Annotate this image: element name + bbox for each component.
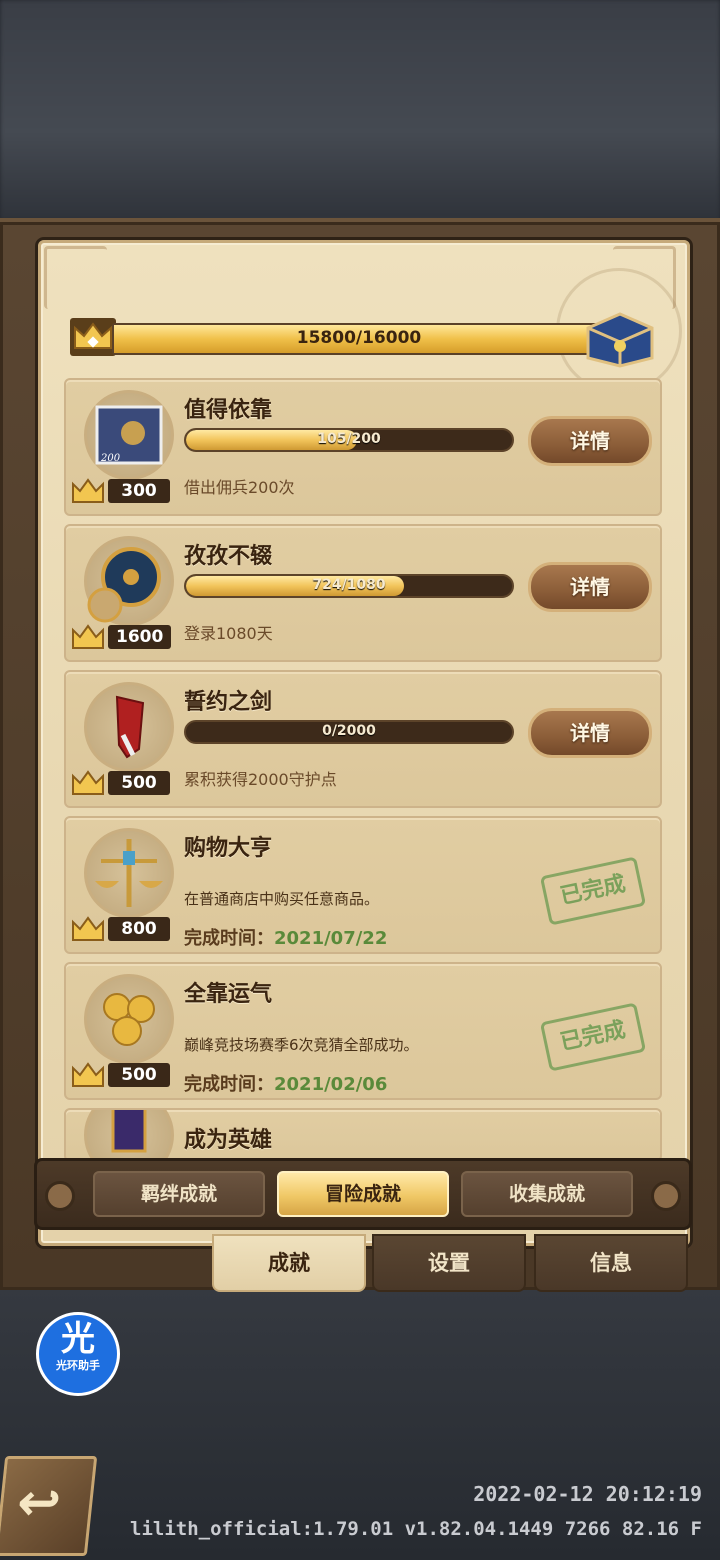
- completion-time-label: 完成时间：: [184, 928, 274, 949]
- pocket-watch-icon: [84, 536, 174, 626]
- version-info: lilith_official:1.79.01 v1.82.04.1449 72…: [130, 1518, 702, 1540]
- achievement-title: 购物大亨: [184, 836, 273, 861]
- completion-time: 完成时间：2021/07/22: [184, 924, 387, 950]
- achievement-card: 孜孜不辍 724/1080 详情 登录1080天 1600: [64, 524, 662, 662]
- assistant-label: 光环助手: [56, 1359, 100, 1372]
- achievement-progress-text: 724/1080: [312, 577, 386, 593]
- crown-icon: [72, 478, 104, 503]
- tab-settings[interactable]: 设置: [372, 1234, 526, 1292]
- details-button[interactable]: 详情: [528, 562, 652, 612]
- completion-time: 完成时间：2021/02/06: [184, 1070, 387, 1096]
- crown-icon: [70, 318, 116, 356]
- achievement-description: 累积获得2000守护点: [184, 770, 337, 789]
- achievement-description: 借出佣兵200次: [184, 478, 295, 497]
- achievement-title: 值得依靠: [184, 398, 273, 423]
- corner-ornament-left: [44, 246, 107, 309]
- achievement-progress-text: 0/2000: [322, 723, 376, 739]
- sword-icon: [84, 682, 174, 772]
- reward-value: 800: [108, 917, 170, 941]
- achievement-title: 成为英雄: [184, 1128, 273, 1153]
- details-button[interactable]: 详情: [528, 416, 652, 466]
- total-progress-bar: 15800/16000: [112, 323, 606, 355]
- crown-icon: [72, 770, 104, 795]
- achievement-progress-text: 105/200: [317, 431, 381, 447]
- achievement-card: 成为英雄: [64, 1108, 662, 1162]
- achievement-title: 全靠运气: [184, 982, 273, 1007]
- achievement-card: 200 值得依靠 105/200 详情 借出佣兵200次 300: [64, 378, 662, 516]
- assistant-float-button[interactable]: 光 光环助手: [36, 1312, 120, 1396]
- achievement-progress-bar: 105/200: [184, 428, 514, 452]
- background-top: [0, 0, 720, 220]
- achievement-description: 巅峰竞技场赛季6次竞猜全部成功。: [184, 1036, 419, 1054]
- treasure-chest-icon[interactable]: [582, 306, 658, 368]
- reward-value: 1600: [108, 625, 172, 649]
- achievement-card-completed: 全靠运气 巅峰竞技场赛季6次竞猜全部成功。 完成时间：2021/02/06 已完…: [64, 962, 662, 1100]
- gold-coins-icon: [84, 974, 174, 1064]
- tab-collection-achievements[interactable]: 收集成就: [461, 1171, 633, 1217]
- reward-value: 500: [108, 771, 170, 795]
- achievement-title: 孜孜不辍: [184, 544, 273, 569]
- achievement-title: 誓约之剑: [184, 690, 273, 715]
- category-tab-bar: 羁绊成就 冒险成就 收集成就: [34, 1158, 692, 1230]
- tab-info[interactable]: 信息: [534, 1234, 688, 1292]
- scales-icon: [84, 828, 174, 918]
- bar-knob-right: [651, 1181, 681, 1211]
- timestamp: 2022-02-12 20:12:19: [473, 1482, 702, 1506]
- crown-icon: [72, 624, 104, 649]
- back-button[interactable]: ↩: [0, 1456, 98, 1556]
- back-arrow-icon: ↩: [14, 1473, 65, 1533]
- mercenary-stamp-icon: 200: [84, 390, 174, 480]
- total-progress-text: 15800/16000: [296, 328, 422, 348]
- tab-achievements[interactable]: 成就: [212, 1234, 366, 1292]
- banner-icon: [84, 1110, 174, 1160]
- assistant-logo-glyph: 光: [61, 1319, 95, 1359]
- svg-text:200: 200: [100, 453, 121, 464]
- completion-date: 2021/02/06: [274, 1074, 388, 1095]
- achievement-card-completed: 购物大亨 在普通商店中购买任意商品。 完成时间：2021/07/22 已完成 8…: [64, 816, 662, 954]
- crown-icon: [72, 916, 104, 941]
- completed-stamp: 已完成: [539, 856, 647, 926]
- completed-stamp: 已完成: [539, 1002, 647, 1072]
- completion-date: 2021/07/22: [274, 928, 388, 949]
- crown-icon: [72, 1062, 104, 1087]
- tab-bond-achievements[interactable]: 羁绊成就: [93, 1171, 265, 1217]
- achievement-description: 登录1080天: [184, 624, 273, 643]
- achievement-card: 誓约之剑 0/2000 详情 累积获得2000守护点 500: [64, 670, 662, 808]
- details-button[interactable]: 详情: [528, 708, 652, 758]
- achievement-description: 在普通商店中购买任意商品。: [184, 890, 380, 908]
- achievement-progress-bar: 0/2000: [184, 720, 514, 744]
- reward-value: 500: [108, 1063, 170, 1087]
- completion-time-label: 完成时间：: [184, 1074, 274, 1095]
- reward-value: 300: [108, 479, 170, 503]
- achievement-progress-bar: 724/1080: [184, 574, 514, 598]
- tab-adventure-achievements[interactable]: 冒险成就: [277, 1171, 449, 1217]
- bar-knob-left: [45, 1181, 75, 1211]
